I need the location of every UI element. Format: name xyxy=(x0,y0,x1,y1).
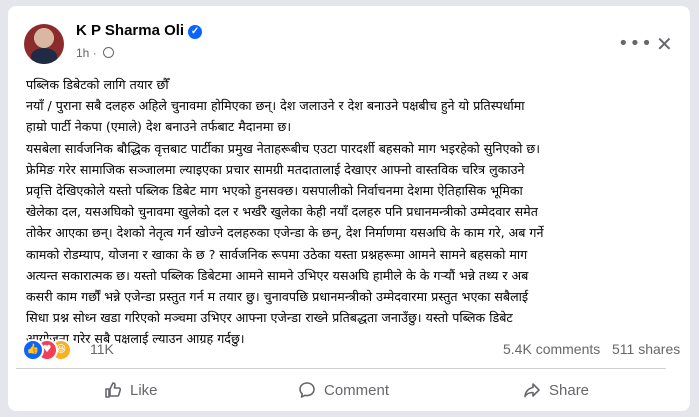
post-time[interactable]: 1h xyxy=(76,46,89,60)
author-name[interactable]: K P Sharma Oli xyxy=(76,22,184,39)
post-line: प्रवृत्ति देखिएकोले यस्तो पब्लिक डिबेट म… xyxy=(26,183,523,199)
comment-icon xyxy=(299,382,315,398)
close-icon[interactable]: ✕ xyxy=(656,32,673,56)
like-button[interactable]: Like xyxy=(104,377,158,403)
shares-count[interactable]: 511 shares xyxy=(612,341,680,357)
share-button[interactable]: Share xyxy=(523,377,589,403)
more-options-icon[interactable]: ••• xyxy=(618,33,653,54)
meta-separator: · xyxy=(92,46,97,60)
post-line: हाम्रो पार्टी नेकपा (एमाले) देश बनाउने त… xyxy=(26,119,292,135)
post-line: सिधा प्रश्न सोध्न खडा गरिएको मञ्चमा उभिए… xyxy=(26,310,513,326)
verified-badge-icon: ✓ xyxy=(188,25,203,39)
author-name-row: K P Sharma Oli ✓ xyxy=(76,22,203,39)
post-text: पब्लिक डिबेटको लागि तयार छौँ नयाँ / पुरा… xyxy=(26,74,681,350)
post-line: यसबेला सार्वजनिक बौद्धिक वृत्तबाट पार्टी… xyxy=(26,140,540,156)
share-label: Share xyxy=(549,381,590,399)
comment-label: Comment xyxy=(324,381,390,399)
thumbs-up-icon xyxy=(105,382,122,398)
comment-button[interactable]: Comment xyxy=(298,377,389,403)
post-line: तोकेर आएका छन्। देशको नेतृत्व गर्न खोज्न… xyxy=(26,225,544,241)
comments-count[interactable]: 5.4K comments xyxy=(503,341,600,357)
post-line: पब्लिक डिबेटको लागि तयार छौँ xyxy=(26,77,169,92)
post-line: कसरी काम गर्छौं भन्ने एजेन्डा प्रस्तुत ग… xyxy=(26,289,529,305)
share-icon xyxy=(524,383,540,398)
post-line: अत्यन्त सकारात्मक छ। यस्तो पब्लिक डिबेटम… xyxy=(26,267,529,283)
like-reaction-icon: 👍 xyxy=(22,339,44,361)
globe-icon xyxy=(103,47,115,58)
post-meta: 1h · xyxy=(76,46,115,60)
like-label: Like xyxy=(130,381,158,399)
author-avatar[interactable] xyxy=(24,24,64,64)
actions-divider xyxy=(16,368,666,369)
post-line: नयाँ / पुराना सबै दलहरु अहिले चुनावमा हो… xyxy=(26,98,525,114)
post-line: खेलेका दल, यसअघिको चुनावमा खुलेको दल र भ… xyxy=(26,204,538,220)
reaction-count[interactable]: 11K xyxy=(90,341,114,357)
post-line: फ्रेमिङ गरेर सामाजिक सञ्जालमा ल्याइएका प… xyxy=(26,161,525,177)
post-line: कामको रोडम्याप, योजना र खाका के छ ? सार्… xyxy=(26,246,528,262)
